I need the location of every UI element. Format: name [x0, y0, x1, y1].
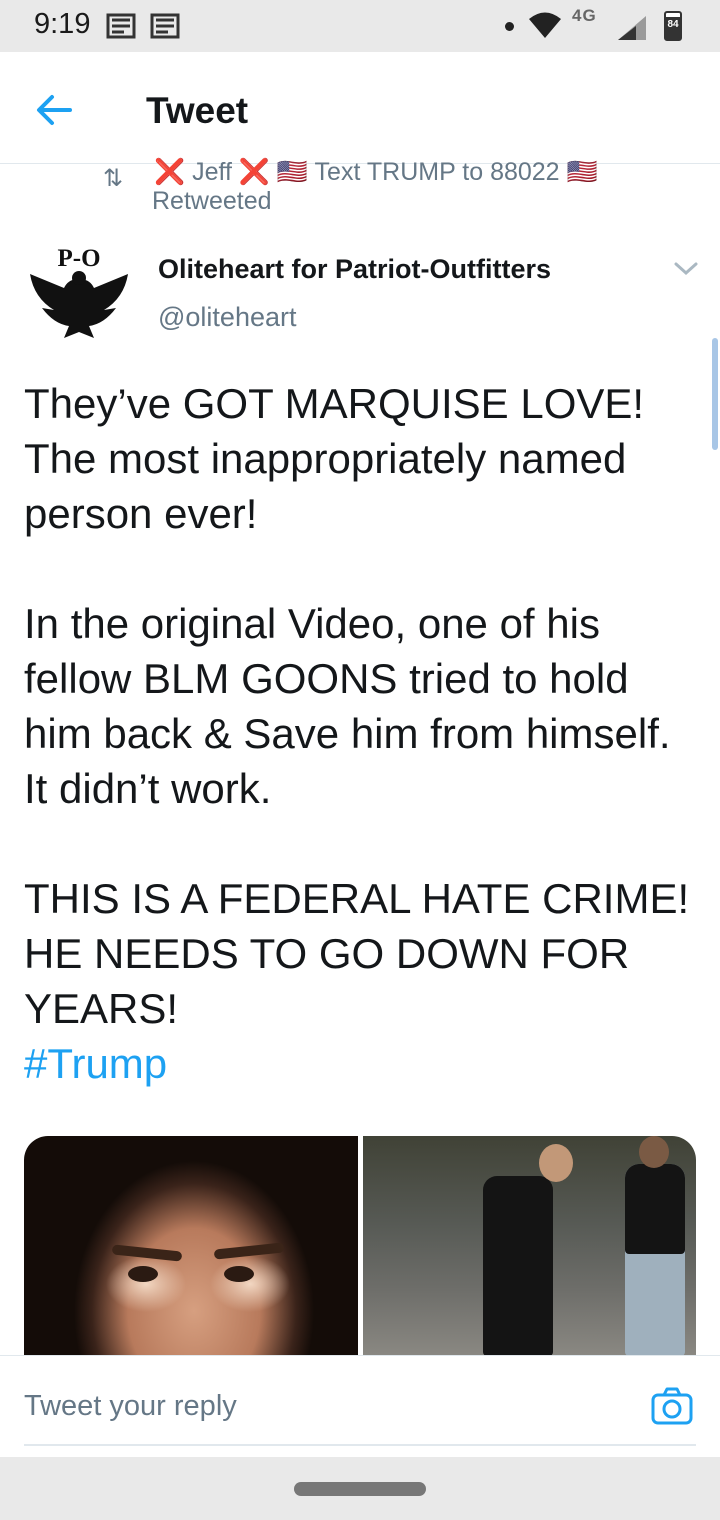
page-title: Tweet [146, 90, 249, 131]
photo-detail [111, 1244, 183, 1262]
battery-level: 84 [667, 19, 679, 30]
author-name[interactable]: Oliteheart for Patriot-Outfitters [158, 254, 551, 285]
reply-underline [24, 1444, 696, 1446]
retweet-context[interactable]: ⇅ ❌ Jeff ❌ 🇺🇸 Text TRUMP to 88022 🇺🇸 Ret… [0, 156, 720, 220]
arrow-left-icon[interactable] [30, 86, 78, 134]
author-handle[interactable]: @oliteheart [158, 302, 296, 333]
avatar[interactable]: P-O [24, 238, 134, 348]
tweet-text-block: They’ve GOT MARQUISE LOVE! The most inap… [24, 376, 704, 1091]
signal-icon [618, 16, 646, 40]
photo-detail [213, 1242, 285, 1260]
camera-icon[interactable] [650, 1386, 694, 1426]
retweeter-name: ❌ Jeff ❌ 🇺🇸 Text TRUMP to 88022 🇺🇸 [154, 158, 598, 186]
retweeted-label: Retweeted [152, 187, 272, 215]
status-bar: 9:19 4G 84 [0, 0, 720, 52]
wifi-icon [529, 12, 561, 38]
network-type: 4G [572, 6, 597, 25]
scroll-indicator[interactable] [712, 338, 718, 450]
avatar-text: P-O [57, 245, 100, 272]
reply-bar: Tweet your reply [0, 1355, 720, 1457]
media-photo-2[interactable] [363, 1136, 696, 1356]
photo-detail [128, 1266, 158, 1282]
hashtag-link[interactable]: #Trump [24, 1036, 704, 1091]
photo-detail [224, 1266, 254, 1282]
photo-detail [539, 1144, 573, 1182]
notification-icon [106, 13, 136, 39]
photo-detail [483, 1176, 553, 1356]
media-photo-1[interactable] [24, 1136, 358, 1356]
photo-detail [639, 1136, 669, 1168]
battery-icon: 84 [664, 11, 682, 41]
status-time: 9:19 [34, 8, 91, 40]
tweet-text: They’ve GOT MARQUISE LOVE! The most inap… [24, 380, 690, 1032]
notification-icon [150, 13, 180, 39]
chevron-down-icon[interactable] [672, 258, 700, 278]
reply-input[interactable]: Tweet your reply [24, 1390, 237, 1423]
home-gesture-handle[interactable] [294, 1482, 426, 1496]
retweet-icon: ⇅ [103, 165, 124, 192]
photo-detail [625, 1164, 685, 1254]
tweet-media[interactable] [24, 1136, 696, 1356]
system-nav-bar [0, 1457, 720, 1520]
status-dot-icon [505, 22, 514, 31]
app-header: Tweet [0, 52, 720, 164]
